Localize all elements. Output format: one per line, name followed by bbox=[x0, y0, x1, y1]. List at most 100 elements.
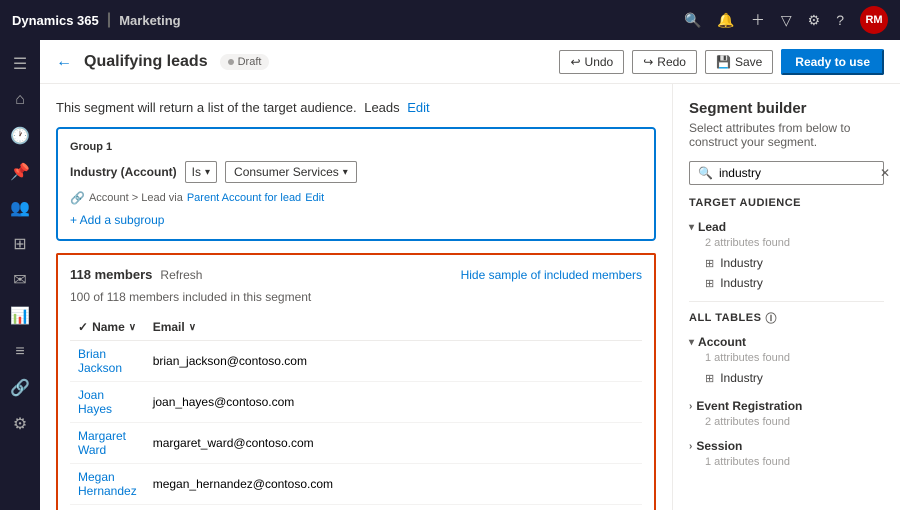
sidebar-icon-mail[interactable]: ✉ bbox=[4, 264, 36, 296]
settings-icon[interactable]: ⚙ bbox=[808, 12, 821, 29]
table-row: Julie Howard julie_howard@contoso.com bbox=[70, 505, 642, 510]
tree-header-session[interactable]: › Session bbox=[689, 436, 884, 456]
table-row: Joan Hayes joan_hayes@contoso.com bbox=[70, 382, 642, 423]
sidebar-icon-people[interactable]: 👥 bbox=[4, 192, 36, 224]
refresh-button[interactable]: Refresh bbox=[160, 268, 202, 282]
breadcrumb-link[interactable]: Parent Account for lead bbox=[187, 192, 301, 204]
segment-builder-title: Segment builder bbox=[689, 100, 884, 117]
member-name-link[interactable]: Margaret Ward bbox=[78, 429, 126, 457]
member-email-cell: margaret_ward@contoso.com bbox=[145, 423, 642, 464]
clear-search-icon[interactable]: ✕ bbox=[880, 166, 890, 180]
sidebar-icon-recent[interactable]: 🕐 bbox=[4, 120, 36, 152]
table-header-check: ✓ Name ∨ bbox=[70, 314, 145, 341]
group-label: Group 1 bbox=[70, 141, 642, 153]
search-box[interactable]: 🔍 ✕ bbox=[689, 161, 884, 185]
sidebar-icon-settings[interactable]: ⚙ bbox=[4, 408, 36, 440]
brand-divider: | bbox=[107, 11, 111, 29]
sub-toolbar: ← Qualifying leads Draft ↩ Undo ↪ Redo 💾… bbox=[40, 40, 900, 84]
chevron-down-icon: ▾ bbox=[343, 167, 348, 178]
sidebar-icon-pin[interactable]: 📌 bbox=[4, 156, 36, 188]
tree-item-lead-industry-1[interactable]: ⊞ Industry bbox=[689, 253, 884, 273]
table-icon: ⊞ bbox=[705, 277, 714, 290]
tree-section-session: › Session 1 attributes found bbox=[689, 436, 884, 468]
ready-to-use-button[interactable]: Ready to use bbox=[781, 49, 884, 75]
undo-button[interactable]: ↩ Undo bbox=[559, 50, 624, 74]
member-email-cell: brian_jackson@contoso.com bbox=[145, 341, 642, 382]
filter-icon[interactable]: ▽ bbox=[781, 12, 792, 29]
members-count: 118 members bbox=[70, 267, 152, 282]
redo-icon: ↪ bbox=[643, 55, 653, 69]
tree-section-lead: ▾ Lead 2 attributes found ⊞ Industry ⊞ I… bbox=[689, 217, 884, 293]
event-count: 2 attributes found bbox=[705, 416, 884, 428]
condition-operator-select[interactable]: Is ▾ bbox=[185, 161, 217, 183]
notification-icon[interactable]: 🔔 bbox=[717, 12, 734, 29]
condition-value-select[interactable]: Consumer Services ▾ bbox=[225, 161, 357, 183]
search-input[interactable] bbox=[719, 166, 874, 180]
sidebar-icon-link[interactable]: 🔗 bbox=[4, 372, 36, 404]
page-title: Qualifying leads bbox=[84, 53, 208, 71]
sidebar: ☰ ⌂ 🕐 📌 👥 ⊞ ✉ 📊 ≡ 🔗 ⚙ bbox=[0, 40, 40, 510]
members-header: 118 members Refresh Hide sample of inclu… bbox=[70, 267, 642, 282]
tree-header-event[interactable]: › Event Registration bbox=[689, 396, 884, 416]
members-section: 118 members Refresh Hide sample of inclu… bbox=[56, 253, 656, 510]
table-row: Brian Jackson brian_jackson@contoso.com bbox=[70, 341, 642, 382]
sidebar-icon-category[interactable]: ⊞ bbox=[4, 228, 36, 260]
table-row: Megan Hernandez megan_hernandez@contoso.… bbox=[70, 464, 642, 505]
sidebar-icon-list[interactable]: ≡ bbox=[4, 336, 36, 368]
member-email-cell: julie_howard@contoso.com bbox=[145, 505, 642, 510]
add-icon[interactable]: ＋ bbox=[751, 10, 765, 30]
segment-builder-desc: Select attributes from below to construc… bbox=[689, 121, 884, 149]
chain-icon: 🔗 bbox=[70, 191, 85, 205]
target-audience-label: Target audience bbox=[689, 197, 884, 209]
top-nav-icons: 🔍 🔔 ＋ ▽ ⚙ ? RM bbox=[684, 6, 888, 34]
save-button[interactable]: 💾 Save bbox=[705, 50, 773, 74]
redo-button[interactable]: ↪ Redo bbox=[632, 50, 697, 74]
account-count: 1 attributes found bbox=[705, 352, 884, 364]
condition-row: Industry (Account) Is ▾ Consumer Service… bbox=[70, 161, 642, 183]
members-table: ✓ Name ∨ Email ∨ bbox=[70, 314, 642, 510]
member-name-link[interactable]: Joan Hayes bbox=[78, 388, 112, 416]
member-name-link[interactable]: Megan Hernandez bbox=[78, 470, 137, 498]
toolbar-actions: ↩ Undo ↪ Redo 💾 Save Ready to use bbox=[559, 49, 884, 75]
top-navigation: Dynamics 365 | Marketing 🔍 🔔 ＋ ▽ ⚙ ? RM bbox=[0, 0, 900, 40]
search-icon: 🔍 bbox=[698, 166, 713, 180]
chevron-right-icon: › bbox=[689, 401, 692, 412]
tree-section-event: › Event Registration 2 attributes found bbox=[689, 396, 884, 428]
app-brand: Dynamics 365 | Marketing bbox=[12, 11, 181, 29]
tree-item-lead-industry-2[interactable]: ⊞ Industry bbox=[689, 273, 884, 293]
members-table-body: Brian Jackson brian_jackson@contoso.com … bbox=[70, 341, 642, 510]
member-email-cell: megan_hernandez@contoso.com bbox=[145, 464, 642, 505]
members-sub-label: 100 of 118 members included in this segm… bbox=[70, 290, 642, 304]
hide-sample-button[interactable]: Hide sample of included members bbox=[461, 268, 642, 282]
help-icon[interactable]: ? bbox=[836, 12, 844, 28]
main-panel: This segment will return a list of the t… bbox=[40, 84, 672, 510]
content-area: This segment will return a list of the t… bbox=[40, 84, 900, 510]
member-email-cell: joan_hayes@contoso.com bbox=[145, 382, 642, 423]
member-name-cell: Margaret Ward bbox=[70, 423, 145, 464]
table-icon: ⊞ bbox=[705, 257, 714, 270]
sidebar-icon-home[interactable]: ⌂ bbox=[4, 84, 36, 116]
back-button[interactable]: ← bbox=[56, 53, 72, 71]
chevron-down-icon: ▾ bbox=[205, 167, 210, 178]
status-dot bbox=[228, 59, 234, 65]
tree-item-account-industry[interactable]: ⊞ Industry bbox=[689, 368, 884, 388]
breadcrumb-edit-link[interactable]: Edit bbox=[305, 192, 324, 204]
save-icon: 💾 bbox=[716, 55, 731, 69]
edit-audience-link[interactable]: Edit bbox=[407, 100, 429, 115]
sidebar-icon-chart[interactable]: 📊 bbox=[4, 300, 36, 332]
divider bbox=[689, 301, 884, 302]
add-subgroup-button[interactable]: + Add a subgroup bbox=[70, 213, 642, 227]
tree-header-account[interactable]: ▾ Account bbox=[689, 332, 884, 352]
info-icon[interactable]: ⓘ bbox=[765, 310, 777, 326]
col-name-header: Name bbox=[92, 320, 125, 334]
search-icon[interactable]: 🔍 bbox=[684, 12, 701, 29]
user-avatar[interactable]: RM bbox=[860, 6, 888, 34]
sidebar-icon-menu[interactable]: ☰ bbox=[4, 48, 36, 80]
session-count: 1 attributes found bbox=[705, 456, 884, 468]
table-icon: ⊞ bbox=[705, 372, 714, 385]
main-content: ← Qualifying leads Draft ↩ Undo ↪ Redo 💾… bbox=[40, 40, 900, 510]
tree-header-lead[interactable]: ▾ Lead bbox=[689, 217, 884, 237]
status-badge: Draft bbox=[220, 54, 270, 70]
member-name-cell: Joan Hayes bbox=[70, 382, 145, 423]
member-name-link[interactable]: Brian Jackson bbox=[78, 347, 122, 375]
